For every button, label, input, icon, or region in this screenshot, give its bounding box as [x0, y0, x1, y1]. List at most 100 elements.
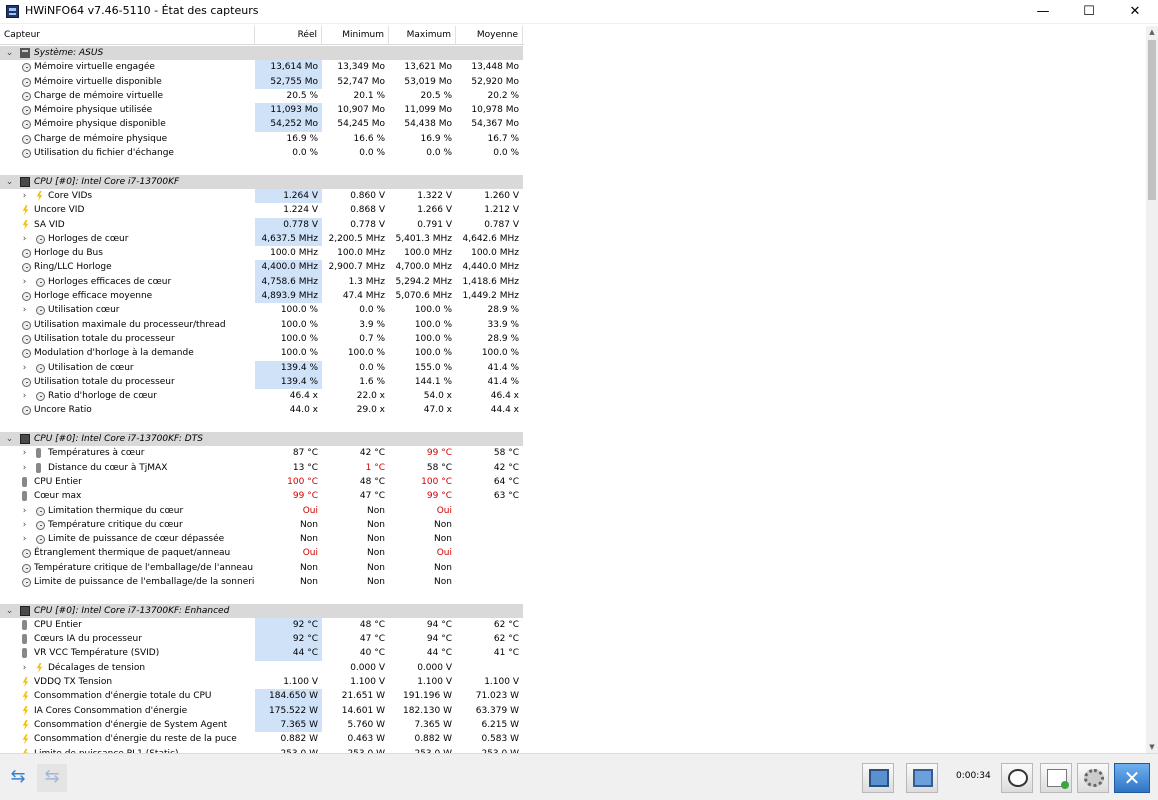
expand-chevron-icon[interactable]: › — [20, 275, 29, 289]
close-sensors-button[interactable]: ✕ — [1114, 763, 1150, 793]
settings-button[interactable] — [1077, 763, 1109, 793]
sensor-label: Consommation d'énergie totale du CPU — [34, 691, 212, 702]
cpu-chip-icon — [20, 605, 30, 616]
sensor-row[interactable]: › Utilisation cœur 100.0 % 0.0 % 100.0 % 28.9… — [0, 303, 524, 317]
sensor-row[interactable]: Horloge du Bus 100.0 MHz 100.0 MHz 100.0 MH… — [0, 246, 524, 260]
sensor-row[interactable]: Cœur max 99 °C 47 °C 99 °C 63 °C — [0, 489, 524, 503]
expand-chevron-icon[interactable]: › — [20, 361, 29, 375]
column-header-average[interactable]: Moyenne — [456, 26, 523, 45]
sensor-row[interactable]: IA Cores Consommation d'énergie 175.522 W… — [0, 703, 524, 718]
sensor-row[interactable]: Mémoire virtuelle disponible 52,755 Mo 52,… — [0, 74, 524, 89]
value-maximum: 100.0 % — [414, 319, 452, 330]
sensor-row[interactable]: Mémoire physique disponible 54,252 Mo 54,2… — [0, 117, 524, 132]
sensor-row[interactable]: VDDQ TX Tension 1.100 V 1.100 V 1.100 V 1.10… — [0, 675, 524, 689]
gauge-icon — [22, 149, 31, 159]
column-header-sensor[interactable]: Capteur — [0, 26, 255, 45]
sensor-row[interactable]: Modulation d'horloge à la demande 100.0 %… — [0, 346, 524, 360]
sensor-row[interactable]: Charge de mémoire virtuelle 20.5 % 20.1 % 2… — [0, 89, 524, 103]
sensor-row[interactable]: Consommation d'énergie du reste de la pu… — [0, 732, 524, 746]
sensor-row[interactable]: CPU Entier 92 °C 48 °C 94 °C 62 °C — [0, 617, 524, 633]
sensor-row[interactable]: Mémoire physique utilisée 11,093 Mo 10,907… — [0, 103, 524, 118]
expand-chevron-icon[interactable]: › — [20, 232, 29, 246]
value-average: 62 °C — [493, 634, 519, 645]
sensor-row[interactable]: › Core VIDs 1.264 V 0.860 V 1.322 V 1.260 V — [0, 188, 524, 204]
navigate-arrows-disabled-icon[interactable]: ⇆ — [37, 764, 67, 792]
sensor-row[interactable]: Uncore Ratio 44.0 x 29.0 x 47.0 x 44.4 x — [0, 403, 524, 417]
close-window-button[interactable]: ✕ — [1112, 0, 1158, 24]
voltage-bolt-icon — [22, 734, 29, 745]
expand-chevron-icon[interactable]: › — [20, 303, 29, 317]
expand-chevron-icon[interactable]: › — [20, 504, 29, 518]
monitor-button[interactable] — [862, 763, 894, 793]
value-maximum: 100.0 MHz — [404, 248, 452, 259]
value-maximum: 58 °C — [426, 462, 452, 473]
group-label: CPU [#0]: Intel Core i7-13700KF — [34, 176, 180, 187]
thermometer-icon — [22, 491, 27, 502]
sensor-row[interactable]: Consommation d'énergie de System Agent 7.… — [0, 717, 524, 733]
sensor-row[interactable]: › Décalages de tension 0.000 V 0.000 V — [0, 661, 524, 675]
sensor-group-row[interactable]: ⌄ CPU [#0]: Intel Core i7-13700KF: DTS — [0, 432, 524, 447]
sensor-row[interactable]: › Limite de puissance de cœur dépassée Non… — [0, 532, 524, 546]
collapse-chevron-icon[interactable]: ⌄ — [5, 175, 14, 189]
value-maximum: Non — [434, 562, 452, 573]
sensor-row[interactable]: Étranglement thermique de paquet/anneau O… — [0, 546, 524, 560]
sensor-group-row[interactable]: ⌄ Système: ASUS — [0, 46, 524, 61]
log-report-button[interactable] — [1040, 763, 1072, 793]
sensor-row[interactable]: Ring/LLC Horloge 4,400.0 MHz 2,900.7 MHz 4,… — [0, 260, 524, 275]
sensor-row[interactable]: Utilisation totale du processeur 100.0 % 0… — [0, 332, 524, 346]
sensor-grid[interactable]: Capteur Réel Minimum Maximum Moyenne ⌄ Sy… — [0, 26, 1146, 753]
vertical-scrollbar[interactable]: ▲ ▼ — [1146, 26, 1158, 753]
collapse-chevron-icon[interactable]: ⌄ — [5, 46, 14, 60]
sensor-row[interactable]: Utilisation du fichier d'échange 0.0 % 0.0… — [0, 146, 524, 160]
sensor-row[interactable]: SA VID 0.778 V 0.778 V 0.791 V 0.787 V — [0, 217, 524, 232]
sensor-row[interactable]: Uncore VID 1.224 V 0.868 V 1.266 V 1.212 V — [0, 203, 524, 217]
sensor-group-row[interactable]: ⌄ CPU [#0]: Intel Core i7-13700KF: Enhanc… — [0, 603, 524, 618]
expand-chevron-icon[interactable]: › — [20, 189, 29, 203]
maximize-button[interactable]: ☐ — [1066, 0, 1112, 24]
column-header-current[interactable]: Réel — [255, 26, 322, 45]
network-button[interactable] — [906, 763, 938, 793]
sensor-row[interactable]: Consommation d'énergie totale du CPU 184.… — [0, 689, 524, 704]
sensor-row[interactable]: Température critique de l'emballage/de l… — [0, 561, 524, 575]
expand-chevron-icon[interactable]: › — [20, 661, 29, 675]
column-header-maximum[interactable]: Maximum — [389, 26, 456, 45]
expand-chevron-icon[interactable]: › — [20, 461, 29, 475]
sensor-row[interactable]: Charge de mémoire physique 16.9 % 16.6 % 16… — [0, 132, 524, 146]
value-maximum: 99 °C — [426, 491, 452, 502]
sensor-row[interactable]: Limite de puissance de l'emballage/de la… — [0, 575, 524, 589]
sensor-row[interactable]: CPU Entier 100 °C 48 °C 100 °C 64 °C — [0, 475, 524, 489]
expand-chevron-icon[interactable]: › — [20, 446, 29, 460]
collapse-chevron-icon[interactable]: ⌄ — [5, 604, 14, 618]
sensor-label: Utilisation totale du processeur — [34, 376, 175, 387]
sensor-row[interactable]: Utilisation totale du processeur 139.4 % 1… — [0, 374, 524, 390]
value-minimum: Non — [367, 562, 385, 573]
expand-chevron-icon[interactable]: › — [20, 532, 29, 546]
sensor-row[interactable]: › Températures à cœur 87 °C 42 °C 99 °C 58 °C — [0, 446, 524, 460]
sensor-row[interactable]: Horloge efficace moyenne 4,893.9 MHz 47.4 … — [0, 289, 524, 304]
sensor-row[interactable]: Utilisation maximale du processeur/threa… — [0, 318, 524, 332]
expand-chevron-icon[interactable]: › — [20, 389, 29, 403]
sensor-row[interactable]: › Température critique du cœur Non Non Non — [0, 518, 524, 532]
sensor-row[interactable]: VR VCC Température (SVID) 44 °C 40 °C 44 °C… — [0, 646, 524, 661]
column-header-minimum[interactable]: Minimum — [322, 26, 389, 45]
scroll-up-arrow-icon[interactable]: ▲ — [1146, 26, 1158, 38]
minimize-button[interactable]: — — [1020, 0, 1066, 24]
sensor-row[interactable]: Mémoire virtuelle engagée 13,614 Mo 13,349… — [0, 60, 524, 75]
value-current: 1.264 V — [255, 188, 322, 204]
scroll-thumb[interactable] — [1148, 40, 1156, 200]
sensor-row[interactable]: › Limitation thermique du cœur Oui Non Oui — [0, 504, 524, 518]
reset-timer-button[interactable] — [1001, 763, 1033, 793]
sensor-row[interactable]: Cœurs IA du processeur 92 °C 47 °C 94 °C 62 … — [0, 632, 524, 647]
scroll-down-arrow-icon[interactable]: ▼ — [1146, 741, 1158, 753]
collapse-chevron-icon[interactable]: ⌄ — [5, 432, 14, 446]
expand-chevron-icon[interactable]: › — [20, 518, 29, 532]
sensor-row[interactable]: › Distance du cœur à TjMAX 13 °C 1 °C 58 °C 4… — [0, 461, 524, 475]
sensor-row[interactable]: › Utilisation de cœur 139.4 % 0.0 % 155.0 % 4… — [0, 360, 524, 375]
sensor-row[interactable]: › Ratio d'horloge de cœur 46.4 x 22.0 x 54.0… — [0, 389, 524, 403]
value-current: 100.0 % — [280, 333, 318, 344]
sensor-group-row[interactable]: ⌄ CPU [#0]: Intel Core i7-13700KF — [0, 174, 524, 189]
gear-icon — [1084, 769, 1104, 787]
navigate-arrows-icon[interactable]: ⇆ — [3, 764, 33, 792]
sensor-row[interactable]: › Horloges de cœur 4,637.5 MHz 2,200.5 MHz 5… — [0, 231, 524, 247]
sensor-row[interactable]: › Horloges efficaces de cœur 4,758.6 MHz 1.… — [0, 274, 524, 290]
